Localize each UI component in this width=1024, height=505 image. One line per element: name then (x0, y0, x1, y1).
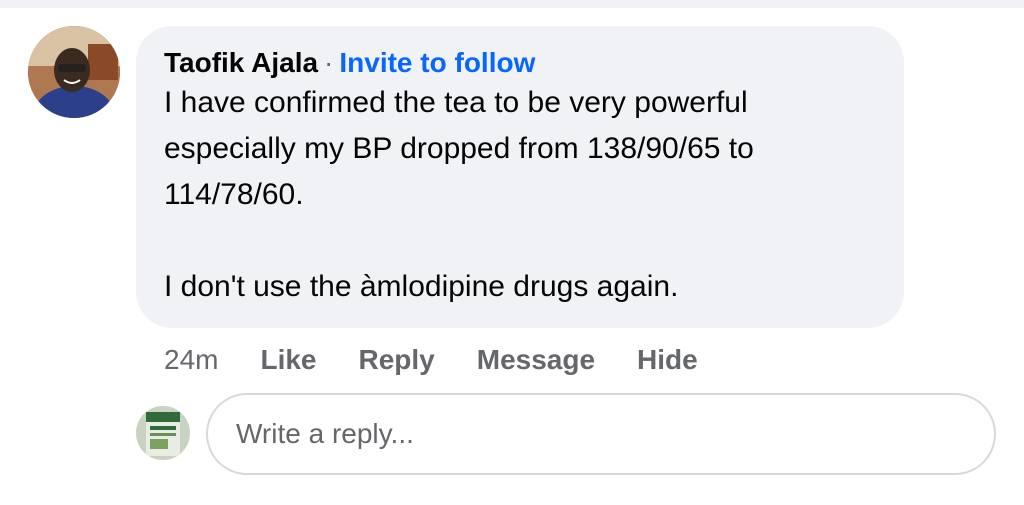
current-user-avatar (136, 406, 190, 460)
comment: Taofik Ajala · Invite to follow I have con… (0, 0, 1024, 505)
comment-actions: 24m Like Reply Message Hide (164, 340, 740, 380)
comment-text-line: especially my BP dropped from 138/90/65 … (164, 132, 754, 165)
comment-text-line: I have confirmed the tea to be very powe… (164, 86, 748, 119)
product-package-image (136, 406, 190, 460)
comment-text-line: I don't use the àmlodipine drugs again. (164, 270, 679, 303)
comment-header: Taofik Ajala · Invite to follow (164, 46, 876, 80)
author-avatar[interactable] (28, 26, 120, 118)
invite-to-follow-link[interactable]: Invite to follow (339, 47, 535, 78)
comment-bubble: Taofik Ajala · Invite to follow I have con… (136, 26, 904, 328)
like-button[interactable]: Like (260, 344, 316, 376)
reply-input[interactable]: Write a reply... (206, 393, 996, 475)
hide-button[interactable]: Hide (637, 344, 698, 376)
header-separator: · (324, 47, 334, 78)
author-name[interactable]: Taofik Ajala (164, 47, 318, 78)
comment-timestamp[interactable]: 24m (164, 344, 218, 376)
message-button[interactable]: Message (477, 344, 595, 376)
comment-text-line: 114/78/60. (164, 178, 304, 211)
comment-text-blank (164, 218, 876, 264)
author-avatar-image (28, 26, 120, 118)
reply-button[interactable]: Reply (359, 344, 435, 376)
reply-placeholder: Write a reply... (236, 418, 414, 449)
